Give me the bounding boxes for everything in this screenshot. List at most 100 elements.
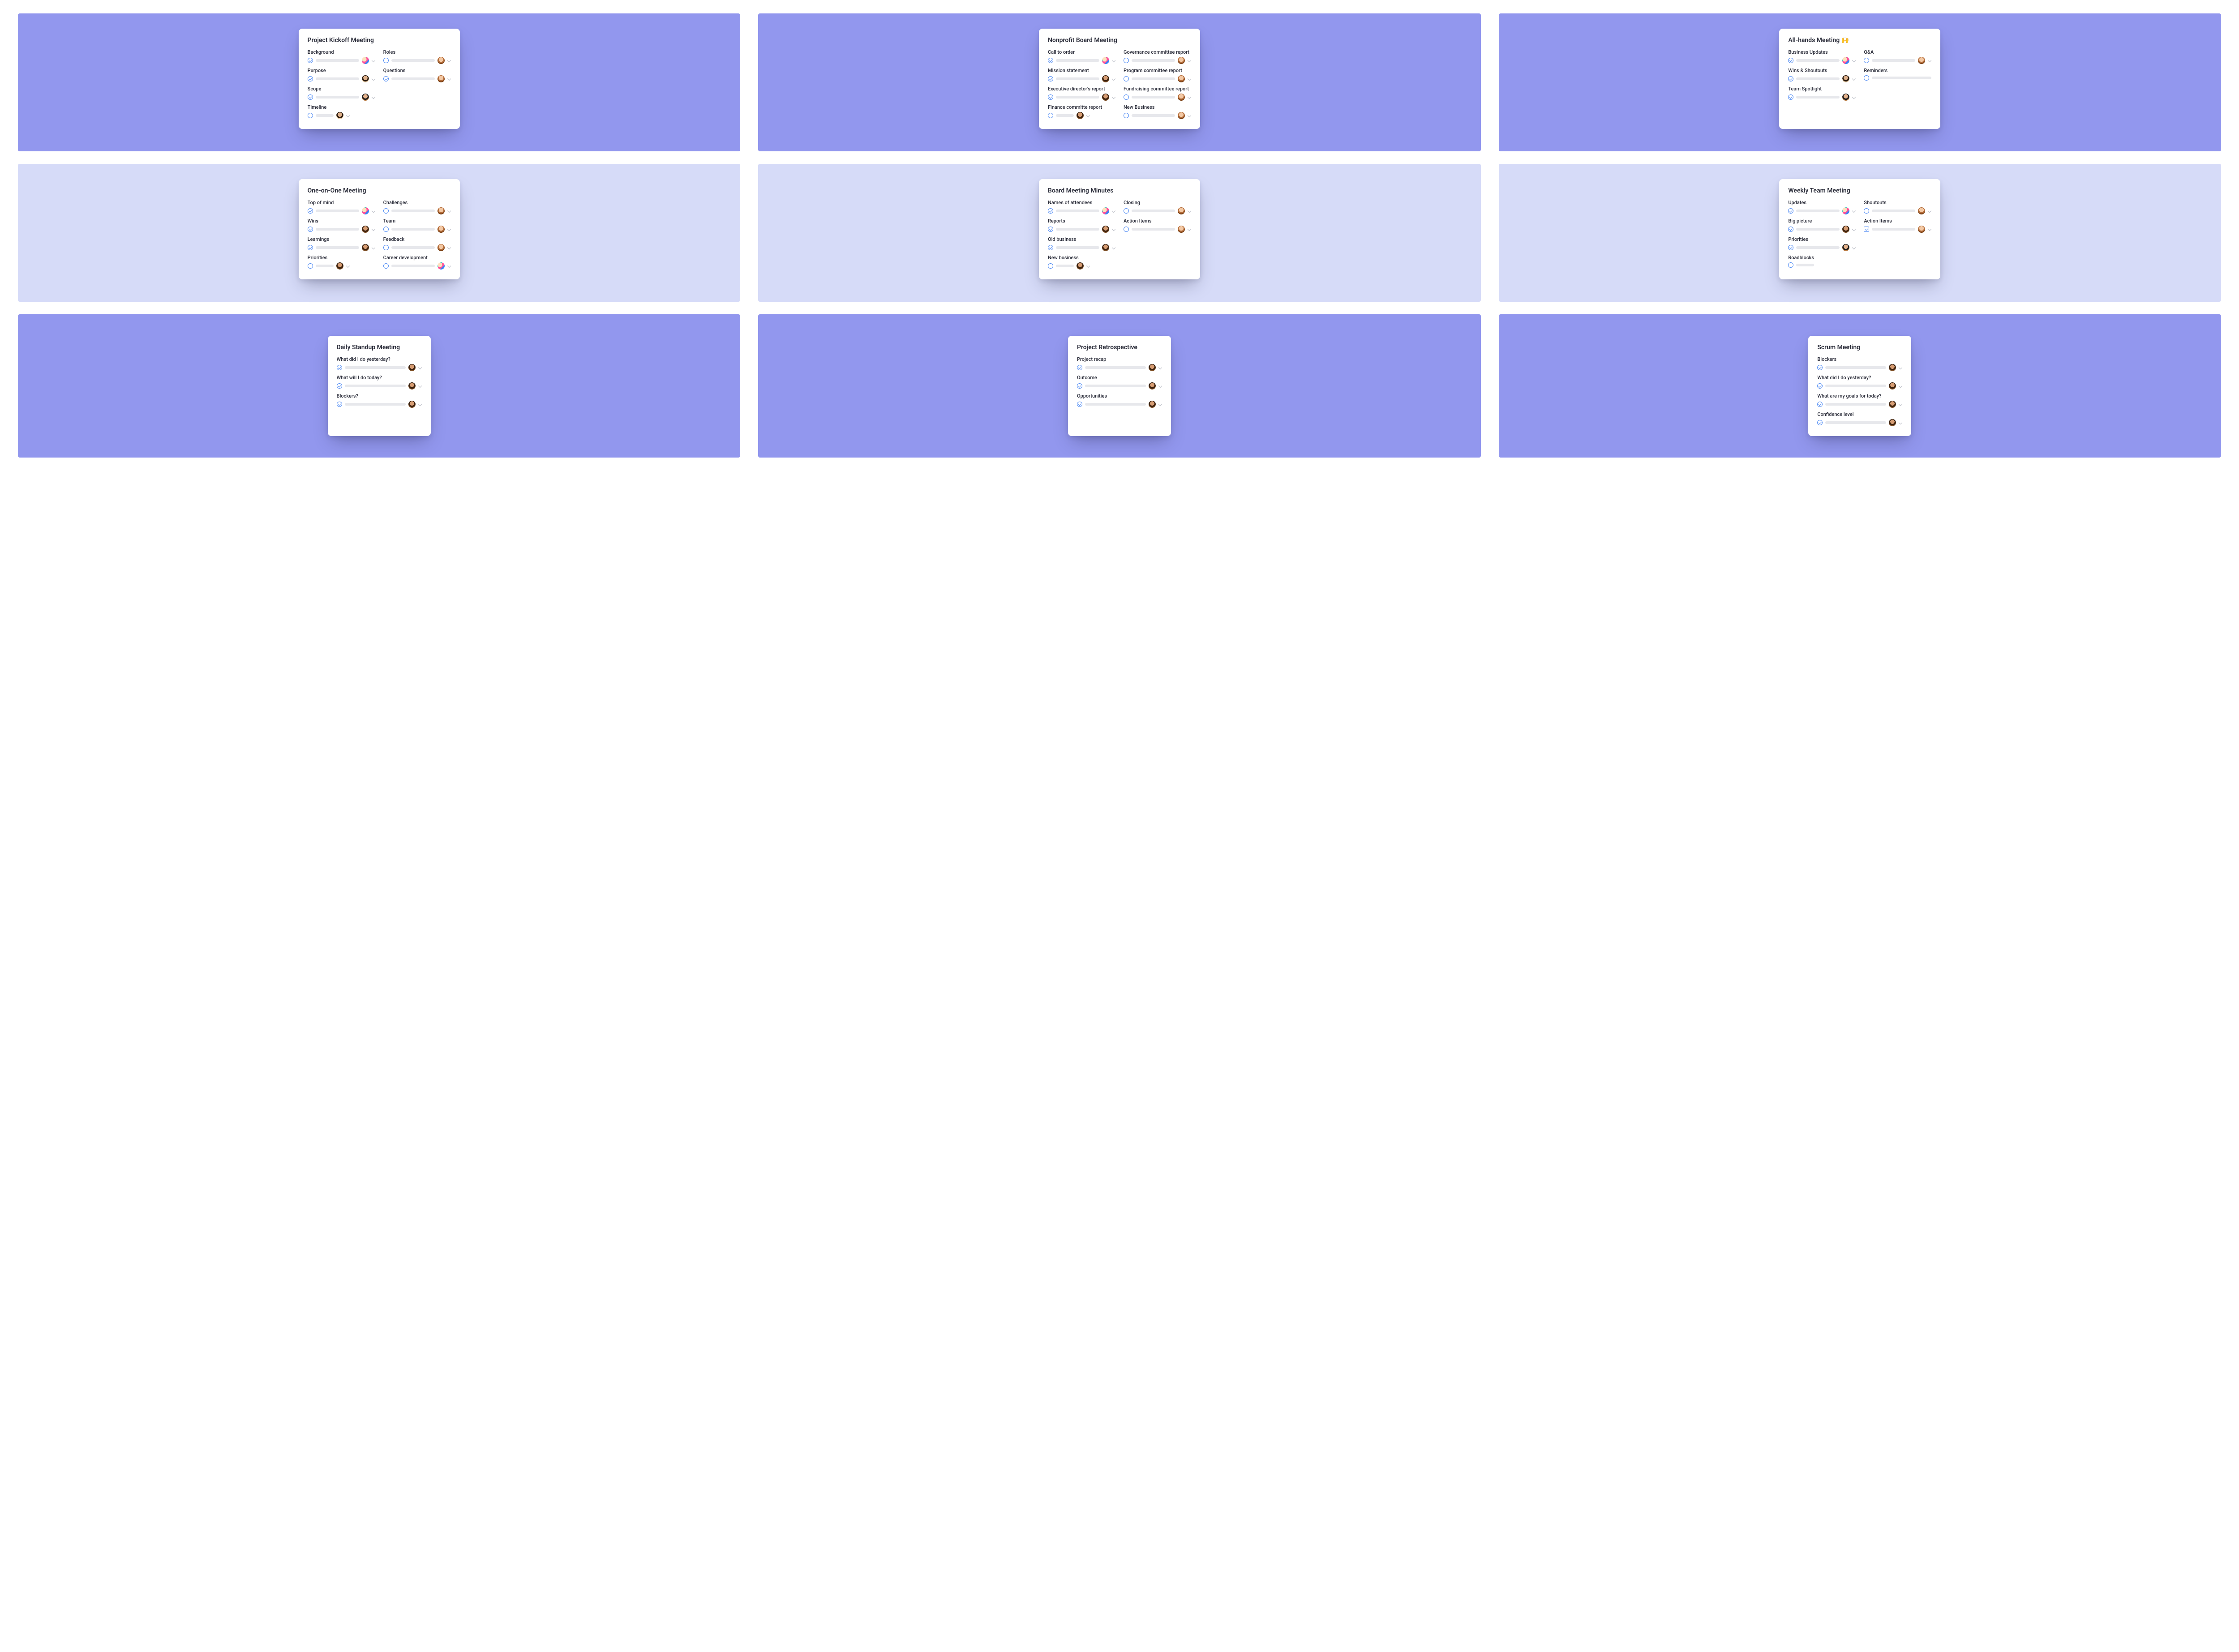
agenda-item[interactable]: Questions — [383, 68, 451, 82]
assignee-avatar[interactable] — [1889, 364, 1896, 371]
status-icon[interactable] — [308, 245, 313, 250]
agenda-item[interactable]: Timeline — [308, 104, 375, 119]
assignee-avatar[interactable] — [1102, 244, 1109, 251]
agenda-item[interactable]: Feedback — [383, 236, 451, 251]
chevron-down-icon[interactable] — [372, 227, 375, 231]
agenda-item[interactable]: New Business — [1124, 104, 1191, 119]
status-icon[interactable] — [1124, 58, 1129, 63]
chevron-down-icon[interactable] — [1158, 402, 1162, 406]
status-icon[interactable] — [1788, 58, 1793, 63]
status-icon[interactable] — [383, 227, 389, 232]
agenda-item[interactable]: Opportunities — [1077, 393, 1162, 408]
assignee-avatar[interactable] — [1077, 112, 1084, 119]
status-icon[interactable] — [1124, 113, 1129, 118]
assignee-avatar[interactable] — [1842, 244, 1849, 251]
status-icon[interactable] — [1864, 208, 1869, 214]
assignee-avatar[interactable] — [1149, 401, 1156, 408]
agenda-item[interactable]: Top of mind — [308, 200, 375, 214]
agenda-item[interactable]: Challenges — [383, 200, 451, 214]
assignee-avatar[interactable] — [1178, 112, 1185, 119]
agenda-item[interactable]: Confidence level — [1817, 411, 1902, 426]
chevron-down-icon[interactable] — [1852, 59, 1856, 62]
agenda-item[interactable]: Finance committe report — [1048, 104, 1115, 119]
chevron-down-icon[interactable] — [447, 264, 451, 268]
chevron-down-icon[interactable] — [447, 246, 451, 249]
status-icon[interactable] — [1048, 245, 1053, 250]
status-icon[interactable] — [1048, 113, 1053, 118]
status-icon[interactable] — [1817, 365, 1823, 370]
chevron-down-icon[interactable] — [1188, 114, 1191, 117]
agenda-item[interactable]: Blockers — [1817, 356, 1902, 371]
chevron-down-icon[interactable] — [1852, 209, 1856, 213]
agenda-item[interactable]: Roles — [383, 49, 451, 64]
status-icon[interactable] — [383, 245, 389, 250]
agenda-item[interactable]: Project recap — [1077, 356, 1162, 371]
chevron-down-icon[interactable] — [1852, 227, 1856, 231]
status-icon[interactable] — [1817, 420, 1823, 425]
chevron-down-icon[interactable] — [1188, 59, 1191, 62]
agenda-item[interactable]: Old business — [1048, 236, 1115, 251]
status-icon[interactable] — [1048, 227, 1053, 232]
agenda-item[interactable]: Executive director's report — [1048, 86, 1115, 101]
agenda-item[interactable]: Call to order — [1048, 49, 1115, 64]
chevron-down-icon[interactable] — [1086, 114, 1090, 117]
assignee-avatar[interactable] — [336, 112, 343, 119]
status-icon[interactable] — [337, 365, 342, 370]
agenda-item[interactable]: Reports — [1048, 218, 1115, 233]
status-icon[interactable] — [1864, 75, 1869, 81]
status-icon[interactable] — [308, 94, 313, 100]
assignee-avatar[interactable] — [1102, 226, 1109, 233]
status-icon[interactable] — [308, 113, 313, 118]
assignee-avatar[interactable] — [1102, 207, 1109, 214]
assignee-avatar[interactable] — [362, 57, 369, 64]
agenda-item[interactable]: What did I do yesterday? — [1817, 375, 1902, 389]
chevron-down-icon[interactable] — [447, 77, 451, 81]
agenda-item[interactable]: Scope — [308, 86, 375, 101]
template-tile[interactable]: One-on-One MeetingTop of mindWinsLearnin… — [18, 164, 740, 302]
status-icon[interactable] — [1788, 245, 1793, 250]
chevron-down-icon[interactable] — [1928, 209, 1931, 213]
assignee-avatar[interactable] — [438, 57, 445, 64]
agenda-item[interactable]: Fundraising committee report — [1124, 86, 1191, 101]
status-icon[interactable] — [1124, 208, 1129, 214]
agenda-item[interactable]: Team Spotlight — [1788, 86, 1856, 101]
assignee-avatar[interactable] — [438, 262, 445, 270]
chevron-down-icon[interactable] — [1112, 95, 1115, 99]
agenda-item[interactable]: Action Items — [1124, 218, 1191, 233]
assignee-avatar[interactable] — [1149, 364, 1156, 371]
chevron-down-icon[interactable] — [1928, 59, 1931, 62]
chevron-down-icon[interactable] — [418, 366, 422, 369]
status-icon[interactable] — [1788, 208, 1793, 214]
template-tile[interactable]: Weekly Team MeetingUpdatesBig picturePri… — [1499, 164, 2221, 302]
status-icon[interactable] — [337, 402, 342, 407]
status-icon[interactable] — [1124, 227, 1129, 232]
template-tile[interactable]: Project Kickoff MeetingBackgroundPurpose… — [18, 13, 740, 151]
chevron-down-icon[interactable] — [346, 264, 350, 268]
agenda-item[interactable]: Wins & Shoutouts — [1788, 68, 1856, 82]
assignee-avatar[interactable] — [1178, 207, 1185, 214]
status-icon[interactable] — [1124, 76, 1129, 81]
chevron-down-icon[interactable] — [1188, 77, 1191, 81]
assignee-avatar[interactable] — [1889, 401, 1896, 408]
agenda-item[interactable]: Shoutouts — [1864, 200, 1931, 214]
agenda-item[interactable]: Mission statement — [1048, 68, 1115, 82]
status-icon[interactable] — [308, 227, 313, 232]
agenda-item[interactable]: Career development — [383, 255, 451, 270]
assignee-avatar[interactable] — [1918, 226, 1925, 233]
assignee-avatar[interactable] — [1178, 57, 1185, 64]
status-icon[interactable] — [308, 263, 313, 269]
agenda-item[interactable]: Wins — [308, 218, 375, 233]
status-icon[interactable] — [1048, 208, 1053, 214]
assignee-avatar[interactable] — [438, 244, 445, 251]
agenda-item[interactable]: Priorities — [308, 255, 375, 270]
template-tile[interactable]: Project RetrospectiveProject recapOutcom… — [758, 314, 1480, 458]
chevron-down-icon[interactable] — [372, 246, 375, 249]
assignee-avatar[interactable] — [1842, 94, 1849, 101]
agenda-item[interactable]: Learnings — [308, 236, 375, 251]
assignee-avatar[interactable] — [1149, 382, 1156, 389]
assignee-avatar[interactable] — [336, 262, 343, 270]
status-icon[interactable] — [1788, 94, 1793, 100]
chevron-down-icon[interactable] — [1899, 366, 1902, 369]
template-tile[interactable]: All-hands Meeting 🙌Business UpdatesWins … — [1499, 13, 2221, 151]
template-tile[interactable]: Daily Standup MeetingWhat did I do yeste… — [18, 314, 740, 458]
